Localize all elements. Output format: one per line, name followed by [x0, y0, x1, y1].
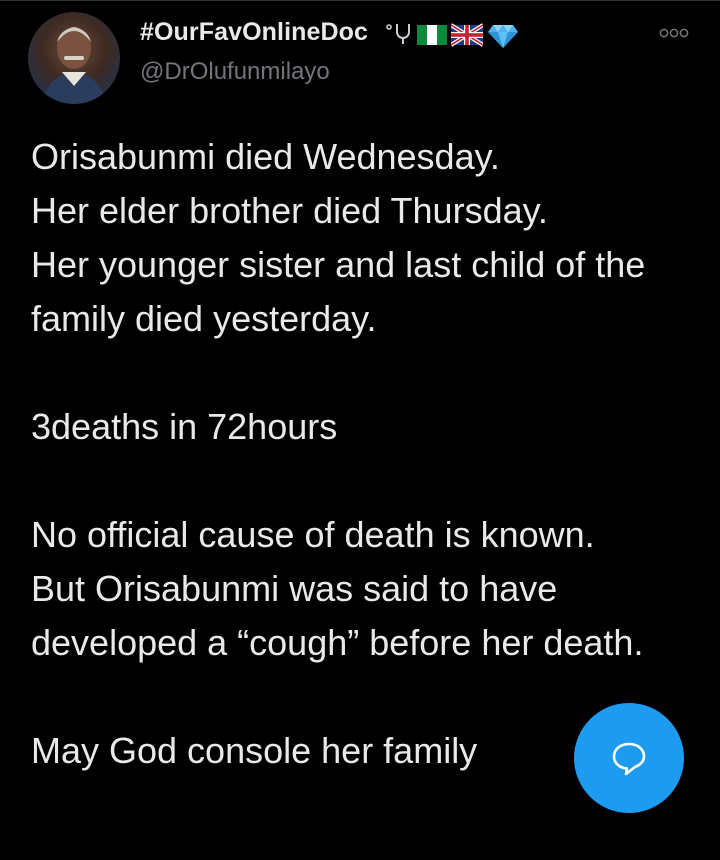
avatar-photo — [42, 27, 106, 104]
nigeria-flag-icon — [417, 25, 447, 45]
top-divider — [0, 0, 720, 1]
display-name[interactable]: #OurFavOnlineDoc — [140, 18, 368, 47]
uk-flag-icon — [451, 23, 483, 47]
more-options-button[interactable] — [656, 22, 692, 44]
avatar[interactable] — [28, 12, 120, 104]
viewport-edge — [0, 845, 720, 860]
tweet-paragraph: No official cause of death is known. But… — [31, 514, 644, 663]
gem-icon — [488, 25, 518, 48]
tweet-paragraph: May God console her family — [31, 730, 478, 771]
tweet-paragraph: 3deaths in 72hours — [31, 406, 338, 447]
more-options-icon — [659, 28, 689, 38]
name-emojis — [383, 20, 519, 50]
user-handle[interactable]: @DrOlufunmilayo — [140, 58, 330, 86]
stethoscope-icon — [386, 24, 410, 44]
compose-reply-button[interactable] — [574, 703, 684, 813]
tweet-text: Orisabunmi died Wednesday. Her elder bro… — [31, 130, 691, 778]
reply-bubble-icon — [612, 742, 646, 776]
tweet-paragraph: Orisabunmi died Wednesday. Her elder bro… — [31, 136, 646, 339]
